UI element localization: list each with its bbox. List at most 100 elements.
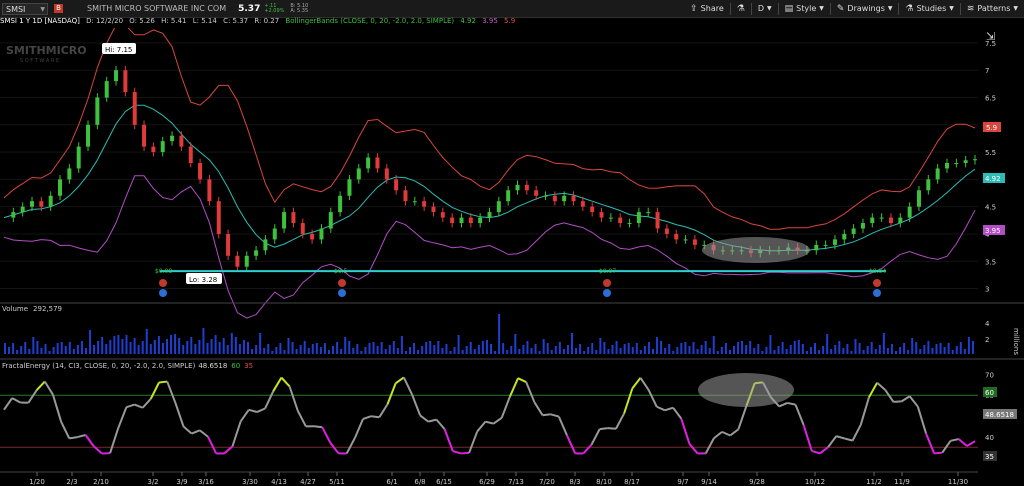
style-button[interactable]: ▤ Style ▼	[785, 4, 824, 14]
chart-area[interactable]: SMITHMICRO S O F T W A R E Hi: 7.15 Lo: …	[0, 28, 1024, 486]
volume-bar	[319, 347, 322, 354]
svg-text:3.95: 3.95	[985, 227, 1001, 235]
chart-title: SMSI 1 Y 1D [NASDAQ]	[0, 17, 80, 25]
candle-body	[814, 244, 819, 251]
oscillator-highlight-ellipse[interactable]	[698, 373, 794, 407]
volume-bar	[8, 347, 11, 354]
volume-bar	[226, 345, 229, 354]
oscillator-segment	[884, 389, 895, 403]
patterns-button[interactable]: ≋ Patterns ▼	[967, 4, 1018, 14]
volume-bar	[939, 343, 942, 354]
earnings-marker[interactable]	[338, 279, 346, 287]
oscillator-segment	[778, 402, 788, 408]
candle-body	[571, 195, 576, 202]
oscillator-value: 48.6518	[198, 362, 228, 370]
earnings-marker[interactable]	[159, 279, 167, 287]
volume-bar	[238, 344, 241, 354]
volume-bar	[60, 342, 63, 354]
earnings-marker[interactable]	[603, 279, 611, 287]
earnings-marker[interactable]	[873, 279, 881, 287]
volume-bar	[907, 350, 910, 354]
volume-bar	[392, 341, 395, 354]
oscillator-segment	[819, 446, 829, 455]
volume-bar	[615, 341, 618, 354]
oscillator-segment	[395, 376, 405, 385]
oscillator-segment	[239, 409, 250, 422]
oscillator-segment	[729, 428, 739, 437]
dividend-marker[interactable]	[603, 289, 611, 297]
volume-bar	[348, 341, 351, 354]
volume-bar	[222, 338, 225, 354]
price-panel[interactable]	[0, 28, 978, 300]
highlight-ellipse[interactable]	[702, 237, 810, 263]
volume-bar	[826, 334, 829, 354]
expand-icon[interactable]: ⇲	[986, 30, 995, 43]
bar-low: L: 5.14	[192, 17, 217, 25]
volume-bar	[688, 346, 691, 354]
volume-bar	[271, 351, 274, 354]
dividend-marker[interactable]	[338, 289, 346, 297]
studies-button[interactable]: ⚗ Studies ▼	[905, 4, 953, 14]
candle-body	[655, 212, 660, 229]
oscillator-segment	[77, 434, 86, 439]
candle-body	[431, 206, 436, 213]
volume-bar	[16, 350, 19, 354]
dividend-marker[interactable]	[159, 289, 167, 297]
oscillator-segment	[313, 425, 323, 429]
price-tag-mid: 4.92	[983, 173, 1005, 183]
candle-body	[496, 201, 501, 213]
period-label: D	[757, 4, 765, 13]
oscillator-segment	[386, 382, 397, 405]
price-tick-label: 7	[985, 67, 989, 75]
volume-bar	[514, 334, 517, 354]
candle-body	[627, 223, 632, 225]
divider	[750, 2, 752, 15]
drawings-button[interactable]: ✎ Drawings ▼	[837, 4, 893, 14]
price-change: +.11 +2.09%	[264, 3, 284, 14]
volume-bar	[445, 344, 448, 354]
chart-style-icon: ▤	[784, 3, 794, 14]
symbol-input[interactable]: SMSI ▼	[2, 2, 48, 15]
share-button[interactable]: ⇪ Share	[690, 4, 724, 14]
volume-bar	[457, 335, 460, 354]
candle-body	[450, 217, 455, 224]
svg-text:35: 35	[985, 453, 994, 461]
volume-bar	[263, 348, 266, 354]
volume-bar	[145, 329, 148, 354]
volume-axis: 4 2 millions	[985, 320, 1020, 355]
oscillator-segment	[599, 427, 608, 431]
oscillator-segment	[182, 425, 193, 435]
candle-body	[823, 244, 828, 246]
price-tick-label: 3	[985, 286, 989, 294]
volume-bar	[498, 314, 501, 354]
oscillator-segment	[248, 408, 258, 413]
candle-body	[646, 212, 651, 214]
volume-bar	[267, 344, 270, 354]
candle-body	[20, 206, 25, 213]
volume-bar	[218, 342, 221, 354]
svg-text:60: 60	[985, 389, 994, 397]
oscillator-segment	[525, 381, 536, 403]
period-button[interactable]: D ▼	[758, 4, 772, 13]
volume-bar	[502, 343, 505, 354]
volume-bar	[664, 348, 667, 354]
volume-bar	[506, 350, 509, 354]
oscillator-segment	[272, 377, 283, 392]
flask-button[interactable]: ⚗	[737, 4, 745, 14]
bid-ask: B: 5.10 A: 5.35	[290, 3, 308, 14]
volume-bar	[490, 344, 492, 354]
candle-body	[132, 92, 137, 125]
candle-body	[860, 223, 865, 229]
dividend-marker[interactable]	[873, 289, 881, 297]
volume-bar	[36, 341, 39, 354]
study-label[interactable]: BollingerBands (CLOSE, 0, 20, -2.0, 2.0,…	[285, 17, 454, 25]
volume-bar	[700, 345, 703, 354]
chevron-down-icon: ▼	[887, 5, 893, 12]
candle-body	[310, 233, 315, 240]
volume-bar	[307, 348, 310, 354]
candle-body	[319, 228, 324, 240]
candle-body	[888, 217, 893, 224]
candle-body	[198, 163, 203, 180]
volume-bar	[121, 339, 124, 354]
company-name: SMITH MICRO SOFTWARE INC COM	[87, 4, 227, 13]
